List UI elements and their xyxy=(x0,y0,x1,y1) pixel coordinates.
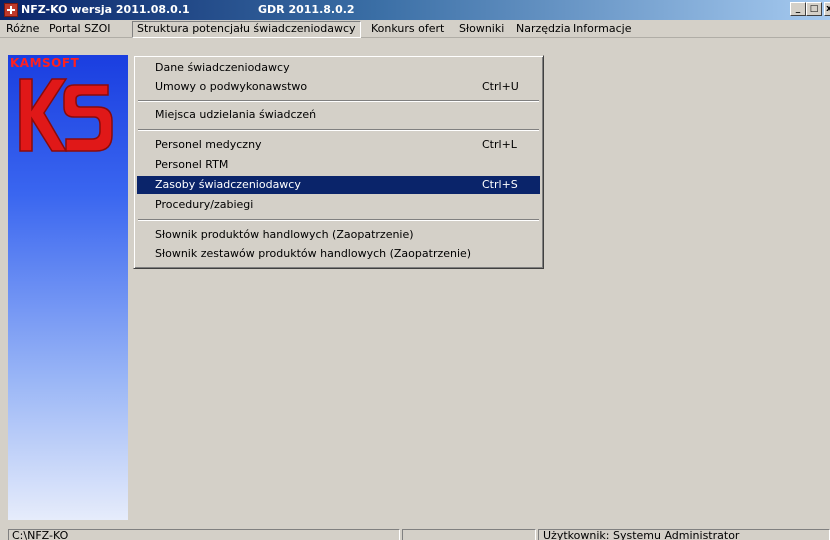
minimize-button[interactable]: _ xyxy=(790,2,806,16)
menu-item-label: Personel RTM xyxy=(155,158,229,171)
title-bar[interactable]: NFZ-KO wersja 2011.08.0.1 GDR 2011.8.0.2… xyxy=(0,0,830,20)
menu-bar: Różne Portal SZOI Struktura potencjału ś… xyxy=(0,20,830,38)
menu-item-procedury-zabiegi[interactable]: Procedury/zabiegi xyxy=(137,196,540,214)
menu-struktura-potencjalu[interactable]: Struktura potencjału świadczeniodawcy xyxy=(132,21,361,38)
struktura-dropdown-menu: Dane świadczeniodawcy Umowy o podwykonaw… xyxy=(133,55,544,269)
status-user-label: Użytkownik: xyxy=(543,529,610,540)
menu-item-dane-swiadczeniodawcy[interactable]: Dane świadczeniodawcy xyxy=(137,59,540,77)
menu-item-zasoby-swiadczeniodawcy[interactable]: Zasoby świadczeniodawcy Ctrl+S xyxy=(137,176,540,194)
maximize-button[interactable]: □ xyxy=(806,2,822,16)
gdr-version: GDR 2011.8.0.2 xyxy=(258,3,355,16)
menu-item-label: Słownik produktów handlowych (Zaopatrzen… xyxy=(155,228,414,241)
menu-informacje[interactable]: Informacje xyxy=(569,22,635,36)
menu-item-personel-medyczny[interactable]: Personel medyczny Ctrl+L xyxy=(137,136,540,154)
brand-name: KAMSOFT xyxy=(10,56,80,70)
status-user-panel: Użytkownik: Systemu Administrator xyxy=(538,529,830,540)
menu-separator xyxy=(138,100,539,102)
status-bar: C:\NFZ-KO Użytkownik: Systemu Administra… xyxy=(0,528,830,540)
app-cross-icon[interactable] xyxy=(4,3,18,17)
side-logo-panel: KAMSOFT xyxy=(8,55,128,520)
menu-narzedzia[interactable]: Narzędzia xyxy=(512,22,575,36)
menu-item-personel-rtm[interactable]: Personel RTM xyxy=(137,156,540,174)
status-user-name: Systemu Administrator xyxy=(612,529,740,540)
menu-rozne[interactable]: Różne xyxy=(2,22,43,36)
menu-item-label: Procedury/zabiegi xyxy=(155,198,254,211)
status-middle xyxy=(402,529,536,540)
status-path: C:\NFZ-KO xyxy=(8,529,400,540)
menu-item-label: Personel medyczny xyxy=(155,138,262,151)
menu-item-label: Miejsca udzielania świadczeń xyxy=(155,108,317,121)
menu-separator xyxy=(138,219,539,221)
menu-item-label: Słownik zestawów produktów handlowych (Z… xyxy=(155,247,472,260)
close-button[interactable]: x xyxy=(824,2,830,16)
window-title: NFZ-KO wersja 2011.08.0.1 xyxy=(21,3,190,16)
menu-item-umowy-podwykonawstwo[interactable]: Umowy o podwykonawstwo Ctrl+U xyxy=(137,78,540,96)
menu-item-label: Umowy o podwykonawstwo xyxy=(155,80,308,93)
ks-logo-icon xyxy=(19,78,113,152)
menu-konkurs-ofert[interactable]: Konkurs ofert xyxy=(367,22,448,36)
menu-item-shortcut: Ctrl+L xyxy=(482,138,517,151)
menu-separator xyxy=(138,129,539,131)
menu-slowniki[interactable]: Słowniki xyxy=(455,22,508,36)
menu-portal-szoi[interactable]: Portal SZOI xyxy=(45,22,115,36)
menu-item-label: Dane świadczeniodawcy xyxy=(155,61,290,74)
menu-item-label: Zasoby świadczeniodawcy xyxy=(155,178,301,191)
menu-item-miejsca-udzielania[interactable]: Miejsca udzielania świadczeń xyxy=(137,106,540,124)
menu-item-slownik-produktow[interactable]: Słownik produktów handlowych (Zaopatrzen… xyxy=(137,226,540,244)
menu-item-shortcut: Ctrl+S xyxy=(482,178,518,191)
menu-item-slownik-zestawow[interactable]: Słownik zestawów produktów handlowych (Z… xyxy=(137,245,540,263)
menu-item-shortcut: Ctrl+U xyxy=(482,80,519,93)
